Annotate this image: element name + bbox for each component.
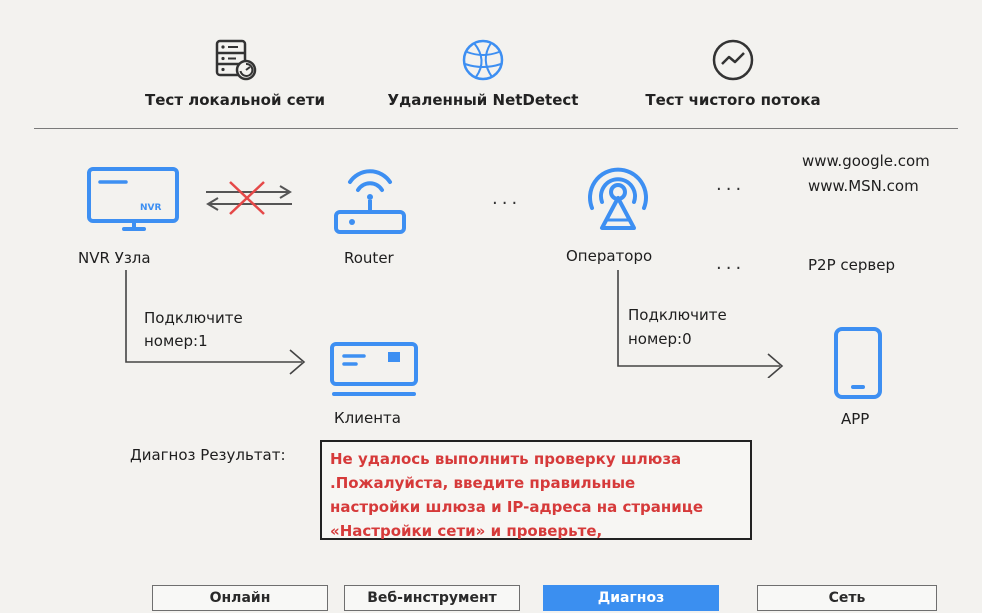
dots-router-operator: ...	[492, 188, 522, 209]
pulse-icon	[712, 39, 754, 81]
operator-label: Операторо	[566, 247, 653, 265]
website-google: www.google.com	[802, 152, 930, 170]
client-monitor-icon	[330, 342, 418, 396]
network-button[interactable]: Сеть	[757, 585, 937, 611]
connect-left-line1: Подключите	[144, 309, 243, 327]
website-msn: www.MSN.com	[808, 177, 919, 195]
result-line: .Пожалуйста, введите правильные	[330, 474, 636, 492]
tab-local-network-test[interactable]: Тест локальной сети	[140, 38, 330, 109]
tab-remote-netdetect[interactable]: Удаленный NetDetect	[378, 38, 588, 109]
globe-icon	[462, 39, 504, 81]
app-label: APP	[841, 410, 870, 428]
diagnosis-label: Диагноз Результат:	[130, 446, 286, 464]
tab-clean-stream-test[interactable]: Тест чистого потока	[628, 38, 838, 109]
router-label: Router	[344, 249, 394, 267]
online-button[interactable]: Онлайн	[152, 585, 328, 611]
header-divider	[34, 128, 958, 129]
result-line: настройки шлюза и IP-адреса на странице	[330, 498, 704, 516]
nvr-label: NVR Узла	[78, 249, 151, 267]
app-phone-icon	[834, 327, 882, 399]
nvr-icon-text: NVR	[140, 203, 162, 213]
diagnosis-result-box: Не удалось выполнить проверку шлюза .Пож…	[320, 440, 752, 540]
connect-left-line2: номер:1	[144, 332, 208, 350]
operator-antenna-icon	[588, 167, 648, 230]
client-label: Клиента	[334, 409, 401, 427]
router-icon	[334, 169, 406, 234]
tab-label: Удаленный NetDetect	[387, 91, 579, 109]
p2p-server-label: P2P сервер	[808, 256, 895, 274]
tab-label: Тест чистого потока	[645, 91, 821, 109]
diagnosis-button[interactable]: Диагноз	[543, 585, 719, 611]
dots-operator-websites: ...	[716, 174, 746, 195]
tab-label: Тест локальной сети	[145, 91, 325, 109]
connect-right-line2: номер:0	[628, 330, 692, 348]
nvr-monitor-icon	[87, 167, 179, 231]
broken-link-icon	[206, 181, 292, 215]
connect-right-line1: Подключите	[628, 306, 727, 324]
web-tool-button[interactable]: Веб-инструмент	[344, 585, 520, 611]
result-line: «Настройки сети» и проверьте,	[330, 522, 603, 540]
result-line: Не удалось выполнить проверку шлюза	[330, 450, 682, 468]
server-icon	[215, 39, 257, 81]
